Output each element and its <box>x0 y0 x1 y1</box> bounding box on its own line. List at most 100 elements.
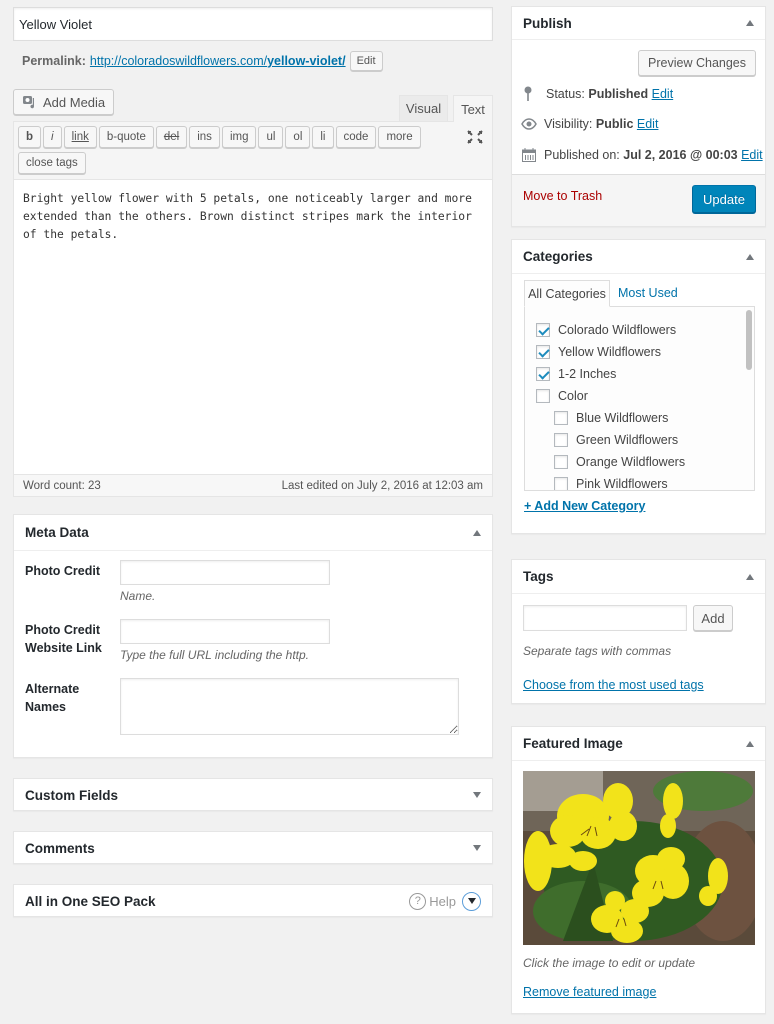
status-row: Status: Published Edit <box>523 86 673 102</box>
quicktag-img-button[interactable]: img <box>221 126 257 148</box>
editor-status-bar: Word count: 23 Last edited on July 2, 20… <box>14 474 492 496</box>
categories-header[interactable]: Categories <box>512 240 765 274</box>
publish-box: Publish Preview Changes Status: Publishe… <box>511 6 766 227</box>
editor-textarea[interactable]: Bright yellow flower with 5 petals, one … <box>14 180 492 472</box>
help-icon[interactable]: ? <box>409 892 427 910</box>
published-edit-link[interactable]: Edit <box>741 148 763 162</box>
custom-fields-header[interactable]: Custom Fields <box>14 779 492 811</box>
category-label[interactable]: 1-2 Inches <box>558 367 616 381</box>
alternate-names-label: Alternate Names <box>25 682 80 714</box>
comments-header[interactable]: Comments <box>14 832 492 864</box>
quicktag-b-button[interactable]: b <box>18 126 42 148</box>
expand-arrow-icon[interactable] <box>473 792 481 798</box>
tags-header[interactable]: Tags <box>512 560 765 594</box>
photo-credit-hint: Name. <box>120 589 156 603</box>
category-checkbox[interactable] <box>536 323 550 337</box>
collapse-arrow-icon[interactable] <box>746 740 754 747</box>
alternate-names-textarea[interactable] <box>120 678 459 735</box>
tags-input[interactable] <box>523 605 687 631</box>
editor-container: b i link b-quote del ins img ul ol li code more clos… <box>13 121 493 497</box>
quicktag-b-quote-button[interactable]: b-quote <box>98 126 154 148</box>
meta-data-title: Meta Data <box>25 525 89 540</box>
collapse-arrow-icon[interactable] <box>746 253 754 260</box>
categories-box: Categories All Categories Most Used Colo… <box>511 239 766 534</box>
add-media-button[interactable]: Add Media <box>13 89 115 115</box>
quicktag-li-button[interactable]: li <box>312 126 334 148</box>
quicktag-del-button[interactable]: del <box>155 126 188 148</box>
seo-help-link[interactable]: Help <box>429 894 456 909</box>
quicktag-i-button[interactable]: i <box>43 126 62 148</box>
tags-title: Tags <box>523 569 554 584</box>
featured-image[interactable] <box>523 771 755 945</box>
seo-pack-box[interactable]: All in One SEO Pack ? Help <box>13 884 493 917</box>
quicktags-toolbar: b i link b-quote del ins img ul ol li code more clos… <box>14 122 492 180</box>
comments-box[interactable]: Comments <box>13 831 493 864</box>
seo-toggle-button[interactable] <box>462 891 481 911</box>
quicktag-ol-button[interactable]: ol <box>285 126 311 148</box>
quicktag-link-button[interactable]: link <box>63 126 97 148</box>
publish-actions: Move to Trash Update <box>512 174 765 226</box>
permalink-edit-button[interactable]: Edit <box>349 51 383 71</box>
meta-data-header[interactable]: Meta Data <box>14 515 492 551</box>
category-item: Orange Wildflowers <box>536 451 754 473</box>
photo-credit-link-label: Photo Credit Website Link <box>25 623 102 655</box>
tab-all-categories[interactable]: All Categories <box>524 280 610 307</box>
quicktag-ul-button[interactable]: ul <box>258 126 284 148</box>
category-checkbox[interactable] <box>536 345 550 359</box>
category-checklist: Colorado Wildflowers Yellow Wildflowers 1-… <box>524 306 755 491</box>
tab-text[interactable]: Text <box>453 95 493 122</box>
add-new-category-link[interactable]: + Add New Category <box>524 499 645 513</box>
category-checkbox[interactable] <box>554 477 568 490</box>
status-value: Published <box>588 87 649 101</box>
status-edit-link[interactable]: Edit <box>652 87 674 101</box>
category-label[interactable]: Green Wildflowers <box>576 433 678 447</box>
photo-credit-input[interactable] <box>120 560 330 585</box>
custom-fields-box[interactable]: Custom Fields <box>13 778 493 811</box>
collapse-arrow-icon[interactable] <box>746 573 754 580</box>
category-checkbox[interactable] <box>536 367 550 381</box>
quicktag-close-tags-button[interactable]: close tags <box>18 152 86 174</box>
quicktag-code-button[interactable]: code <box>335 126 377 148</box>
featured-image-header[interactable]: Featured Image <box>512 727 765 761</box>
preview-changes-button[interactable]: Preview Changes <box>638 50 756 76</box>
featured-image-hint: Click the image to edit or update <box>523 956 696 970</box>
move-to-trash-link[interactable]: Move to Trash <box>523 189 602 203</box>
visibility-value: Public <box>595 117 634 131</box>
post-title-input[interactable] <box>13 7 493 41</box>
category-label[interactable]: Blue Wildflowers <box>576 411 668 425</box>
remove-featured-image-link[interactable]: Remove featured image <box>523 985 656 999</box>
category-checkbox[interactable] <box>554 433 568 447</box>
tab-visual[interactable]: Visual <box>399 95 448 121</box>
category-checkbox[interactable] <box>554 411 568 425</box>
photo-credit-link-hint: Type the full URL including the http. <box>120 648 309 662</box>
expand-arrow-icon[interactable] <box>473 845 481 851</box>
permalink-link[interactable]: http://coloradoswildflowers.com/yellow-v… <box>90 54 346 68</box>
category-label[interactable]: Colorado Wildflowers <box>558 323 676 337</box>
scrollbar-thumb[interactable] <box>746 310 752 370</box>
photo-credit-label: Photo Credit <box>25 564 100 578</box>
collapse-arrow-icon[interactable] <box>746 20 754 26</box>
visibility-edit-link[interactable]: Edit <box>637 117 659 131</box>
category-label[interactable]: Color <box>558 389 588 403</box>
quicktag-ins-button[interactable]: ins <box>189 126 220 148</box>
category-checkbox[interactable] <box>536 389 550 403</box>
custom-fields-title: Custom Fields <box>25 787 119 803</box>
meta-data-box: Meta Data Photo Credit Name. Photo Credi… <box>13 514 493 758</box>
publish-header[interactable]: Publish <box>512 7 765 40</box>
choose-tags-link[interactable]: Choose from the most used tags <box>523 678 704 692</box>
category-label[interactable]: Yellow Wildflowers <box>558 345 661 359</box>
tags-hint: Separate tags with commas <box>523 644 672 658</box>
category-label[interactable]: Orange Wildflowers <box>576 455 685 469</box>
quicktag-more-button[interactable]: more <box>378 126 421 148</box>
collapse-arrow-icon[interactable] <box>473 529 481 536</box>
media-icon <box>23 96 34 109</box>
tab-most-used[interactable]: Most Used <box>618 286 678 300</box>
category-item: Pink Wildflowers <box>536 473 754 490</box>
update-button[interactable]: Update <box>692 185 756 213</box>
photo-credit-link-input[interactable] <box>120 619 330 644</box>
fullscreen-icon[interactable] <box>467 130 483 144</box>
seo-pack-header[interactable]: All in One SEO Pack ? Help <box>14 885 492 917</box>
add-tag-button[interactable]: Add <box>693 605 733 631</box>
category-checkbox[interactable] <box>554 455 568 469</box>
category-label[interactable]: Pink Wildflowers <box>576 477 668 490</box>
